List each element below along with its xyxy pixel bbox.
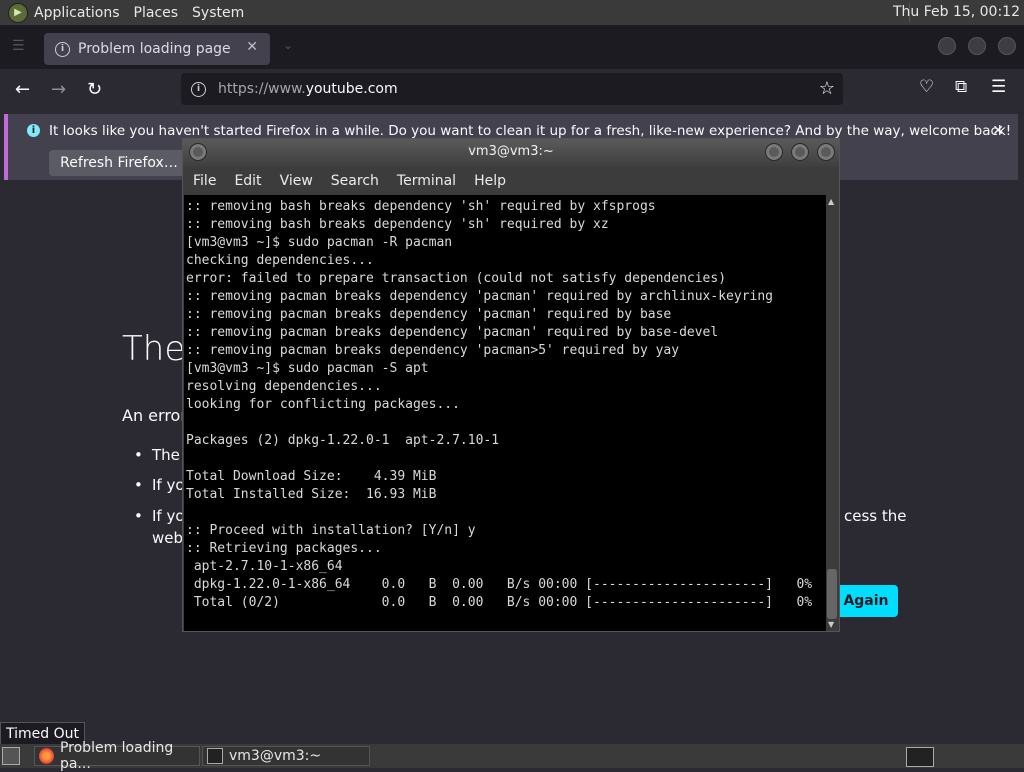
pocket-icon[interactable]: ♡: [919, 77, 934, 97]
notification-info-icon: i: [27, 124, 40, 137]
show-desktop-icon[interactable]: [2, 747, 20, 765]
error-bullet-1: The: [134, 446, 180, 464]
firefox-tab-bar: ☰ i Problem loading page ✕ ⌄: [0, 25, 1024, 69]
terminal-title: vm3@vm3:~: [468, 144, 554, 159]
taskbar-item-label: vm3@vm3:~: [229, 748, 322, 764]
notification-close-icon[interactable]: ✕: [992, 123, 1004, 139]
forward-arrow-icon[interactable]: →: [51, 79, 66, 100]
clock[interactable]: Thu Feb 15, 00:12: [893, 4, 1020, 20]
top-panel: ▶ Applications Places System Thu Feb 15,…: [0, 0, 1024, 25]
menu-system[interactable]: System: [192, 5, 244, 21]
url-domain: youtube.com: [305, 81, 398, 97]
minimize-window-icon[interactable]: [938, 37, 956, 55]
terminal-menu-view[interactable]: View: [280, 173, 313, 189]
url-text[interactable]: https://www.youtube.com: [218, 81, 398, 97]
app-menu-icon[interactable]: ☰: [991, 77, 1006, 97]
tab-dropdown-icon[interactable]: ⌄: [283, 38, 293, 52]
error-intro: An error: [122, 406, 187, 425]
site-info-icon[interactable]: i: [191, 81, 206, 97]
menu-places[interactable]: Places: [134, 5, 179, 21]
tab-problem-loading[interactable]: i Problem loading page ✕: [44, 33, 270, 65]
refresh-firefox-button[interactable]: Refresh Firefox…: [49, 150, 189, 176]
tab-title: Problem loading page: [78, 41, 231, 57]
extensions-icon[interactable]: ⧉: [955, 77, 967, 97]
reload-icon[interactable]: ↻: [87, 79, 102, 100]
maximize-window-icon[interactable]: [968, 37, 986, 55]
error-bullet-3-continued: web: [152, 529, 184, 547]
firefox-icon: [39, 748, 54, 764]
firefox-nav-bar: ← → ↻ i https://www.youtube.com ☆ ♡ ⧉ ☰: [0, 69, 1024, 110]
notification-message: It looks like you haven't started Firefo…: [49, 123, 1012, 139]
list-all-tabs-icon[interactable]: ☰: [12, 38, 25, 54]
try-again-label: Again: [843, 593, 889, 609]
terminal-scrollbar[interactable]: ▲ ▼: [826, 195, 839, 631]
terminal-close-icon[interactable]: [817, 143, 835, 161]
tab-close-icon[interactable]: ✕: [246, 39, 258, 55]
close-window-icon[interactable]: [998, 37, 1016, 55]
menu-applications[interactable]: Applications: [34, 5, 120, 21]
taskbar-item-firefox[interactable]: Problem loading pa...: [34, 740, 200, 772]
scrollbar-thumb[interactable]: [827, 569, 837, 619]
scroll-down-icon[interactable]: ▼: [828, 620, 834, 629]
terminal-menu-help[interactable]: Help: [474, 173, 506, 189]
error-title: The: [122, 329, 186, 369]
bottom-taskbar: Problem loading pa... vm3@vm3:~: [0, 740, 1024, 772]
terminal-minimize-icon[interactable]: [765, 143, 783, 161]
terminal-menu-search[interactable]: Search: [331, 173, 379, 189]
taskbar-item-label: Problem loading pa...: [59, 740, 174, 772]
terminal-window[interactable]: vm3@vm3:~ File Edit View Search Terminal…: [182, 138, 840, 632]
terminal-menu-file[interactable]: File: [193, 173, 216, 189]
back-arrow-icon[interactable]: ←: [15, 79, 30, 100]
info-icon: i: [55, 41, 70, 57]
error-bullet-3-tail: cess the: [844, 507, 907, 525]
bookmark-star-icon[interactable]: ☆: [819, 78, 835, 99]
terminal-maximize-icon[interactable]: [791, 143, 809, 161]
terminal-menu-terminal[interactable]: Terminal: [397, 173, 456, 189]
error-bullet-text: The: [152, 446, 180, 464]
url-prefix: https://www.: [218, 81, 306, 97]
scroll-up-icon[interactable]: ▲: [828, 197, 834, 206]
url-bar[interactable]: i https://www.youtube.com ☆: [181, 73, 843, 105]
terminal-output[interactable]: :: removing bash breaks dependency 'sh' …: [184, 195, 826, 631]
terminal-titlebar[interactable]: vm3@vm3:~: [183, 139, 839, 167]
terminal-icon: [207, 748, 223, 764]
terminal-menu-edit[interactable]: Edit: [234, 173, 261, 189]
applications-logo-icon[interactable]: ▶: [8, 2, 28, 23]
terminal-menubar: File Edit View Search Terminal Help: [183, 167, 839, 195]
taskbar-item-terminal[interactable]: vm3@vm3:~: [202, 746, 370, 766]
terminal-text: :: removing bash breaks dependency 'sh' …: [186, 199, 813, 610]
workspace-switcher[interactable]: [906, 747, 934, 767]
